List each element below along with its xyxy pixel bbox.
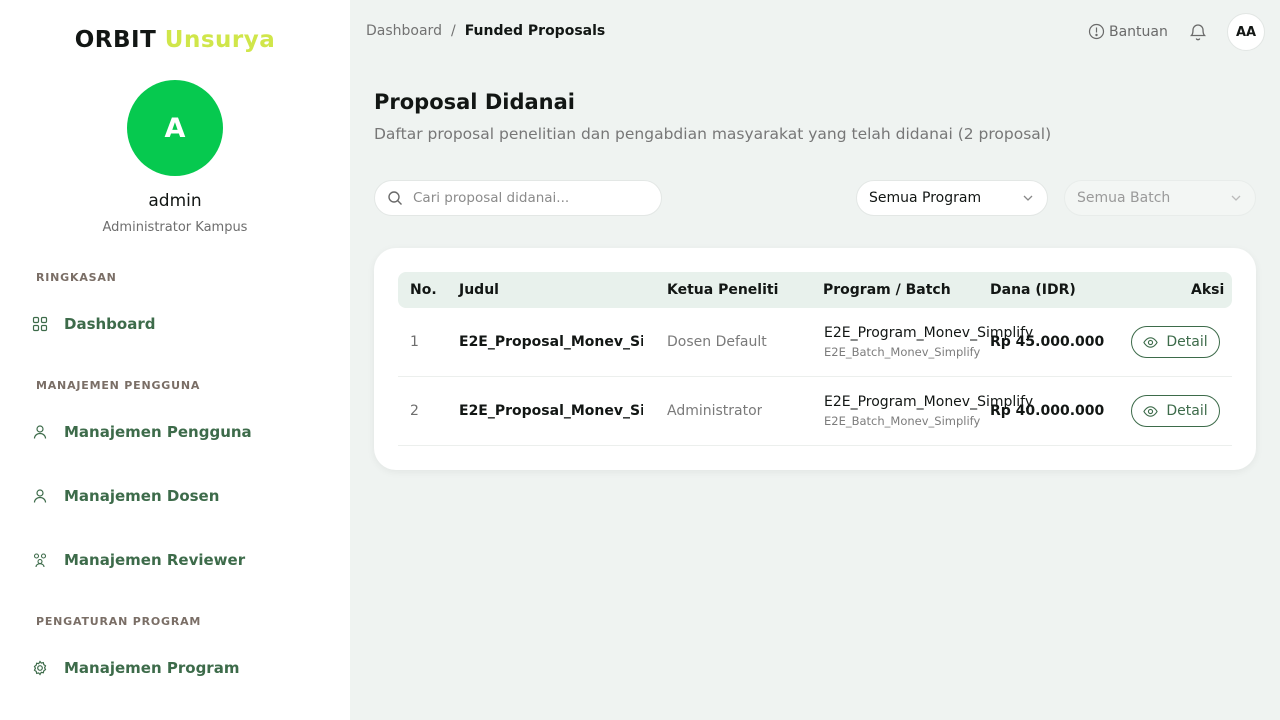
page-title: Proposal Didanai — [374, 90, 575, 114]
eye-icon — [1143, 336, 1159, 348]
detail-button[interactable]: Detail — [1131, 326, 1220, 358]
user-role: Administrator Kampus — [102, 220, 248, 235]
sidebar-item-manajemen-program[interactable]: Manajemen Program — [32, 652, 239, 684]
column-header-dana: Dana (IDR) — [990, 282, 1076, 298]
bell-icon — [1189, 24, 1207, 41]
brand-suffix: Unsurya — [164, 27, 276, 53]
row-number: 1 — [410, 334, 419, 350]
proposal-title: E2E_Proposal_Monev_Simplify — [459, 403, 643, 419]
user-menu-avatar[interactable]: AA — [1227, 13, 1265, 51]
batch-filter-value: Semua Batch — [1077, 190, 1171, 206]
user-icon — [32, 488, 48, 504]
sidebar-item-manajemen-reviewer[interactable]: Manajemen Reviewer — [32, 544, 245, 576]
batch-name: E2E_Batch_Monev_Simplify — [824, 345, 981, 359]
sidebar: ORBIT Unsurya A admin Administrator Kamp… — [0, 0, 350, 720]
info-circle-icon — [1088, 23, 1105, 40]
sidebar-item-manajemen-pengguna[interactable]: Manajemen Pengguna — [32, 416, 252, 448]
user-name: admin — [148, 191, 202, 211]
breadcrumb-current: Funded Proposals — [464, 23, 606, 39]
detail-button-label: Detail — [1166, 403, 1208, 419]
column-header-judul: Judul — [459, 282, 499, 298]
program-filter-select[interactable]: Semua Program — [856, 180, 1048, 216]
user-avatar: A — [127, 80, 223, 176]
search-input[interactable] — [413, 190, 633, 206]
column-header-no: No. — [410, 282, 437, 298]
batch-name: E2E_Batch_Monev_Simplify — [824, 414, 981, 428]
breadcrumb-link-dashboard[interactable]: Dashboard — [366, 23, 442, 39]
sidebar-item-label: Manajemen Pengguna — [64, 423, 252, 441]
search-icon — [388, 191, 402, 205]
detail-button[interactable]: Detail — [1131, 395, 1220, 427]
program-filter-value: Semua Program — [869, 190, 982, 206]
row-number: 2 — [410, 403, 419, 419]
table-row: 2 E2E_Proposal_Monev_Simplify Administra… — [398, 377, 1232, 446]
breadcrumb: Dashboard / Funded Proposals — [366, 23, 605, 39]
help-button[interactable]: Bantuan — [1088, 23, 1168, 40]
breadcrumb-separator: / — [450, 23, 456, 39]
grid-icon — [32, 316, 48, 332]
brand-logo[interactable]: ORBIT Unsurya — [0, 27, 350, 53]
column-header-ketua: Ketua Peneliti — [667, 282, 779, 298]
chevron-down-icon — [1231, 195, 1241, 201]
sidebar-item-label: Manajemen Program — [64, 659, 240, 677]
sidebar-item-label: Manajemen Reviewer — [64, 551, 246, 569]
gear-icon — [32, 660, 48, 676]
proposal-title: E2E_Proposal_Monev_Simplify — [459, 334, 643, 350]
proposals-table-card: No. Judul Ketua Peneliti Program / Batch… — [374, 248, 1256, 470]
column-header-aksi: Aksi — [1191, 282, 1225, 298]
lead-researcher: Dosen Default — [667, 334, 767, 350]
sidebar-item-label: Manajemen Dosen — [64, 487, 220, 505]
lead-researcher: Administrator — [667, 403, 763, 419]
brand-name: ORBIT — [74, 27, 157, 53]
help-label: Bantuan — [1109, 23, 1168, 40]
section-label-ringkasan: RINGKASAN — [36, 271, 117, 284]
sidebar-item-manajemen-dosen[interactable]: Manajemen Dosen — [32, 480, 219, 512]
notification-button[interactable] — [1188, 22, 1208, 46]
fund-amount: Rp 45.000.000 — [990, 334, 1105, 350]
section-label-pengaturan-program: PENGATURAN PROGRAM — [36, 615, 202, 628]
section-label-manajemen-pengguna: MANAJEMEN PENGGUNA — [36, 379, 201, 392]
page-subtitle: Daftar proposal penelitian dan pengabdia… — [374, 125, 1052, 143]
sidebar-item-label: Dashboard — [64, 315, 156, 333]
users-group-icon — [32, 552, 48, 568]
search-box — [374, 180, 662, 216]
eye-icon — [1143, 405, 1159, 417]
user-icon — [32, 424, 48, 440]
chevron-down-icon — [1023, 195, 1033, 201]
table-header: No. Judul Ketua Peneliti Program / Batch… — [398, 272, 1232, 308]
column-header-program-batch: Program / Batch — [823, 282, 951, 298]
table-row: 1 E2E_Proposal_Monev_Simplify Dosen Defa… — [398, 308, 1232, 377]
sidebar-item-dashboard[interactable]: Dashboard — [32, 308, 155, 340]
detail-button-label: Detail — [1166, 334, 1208, 350]
batch-filter-select[interactable]: Semua Batch — [1064, 180, 1256, 216]
fund-amount: Rp 40.000.000 — [990, 403, 1105, 419]
